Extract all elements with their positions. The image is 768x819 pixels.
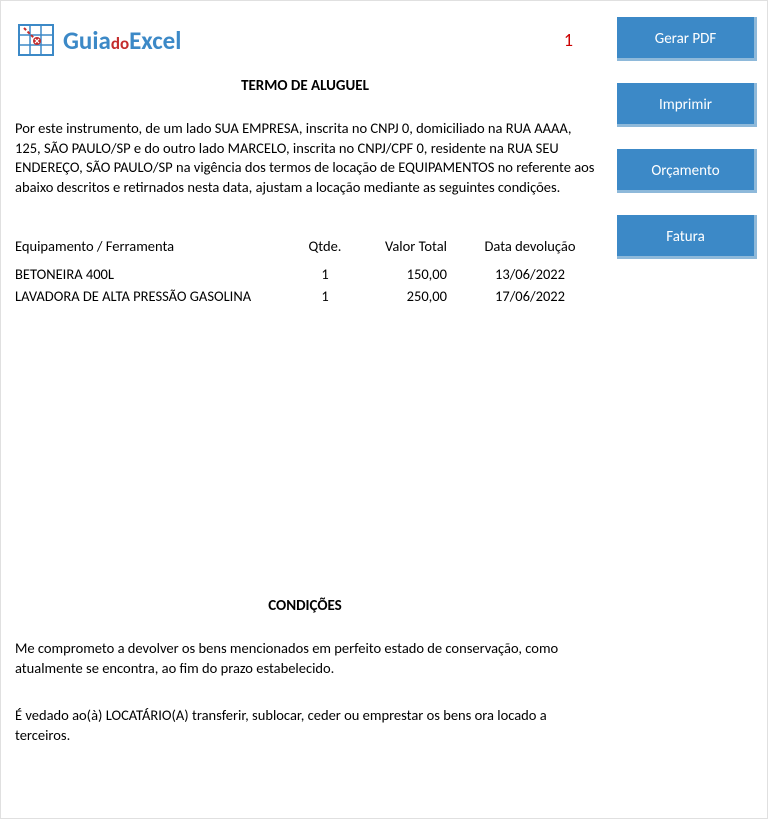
conditions-title: CONDIÇÕES bbox=[15, 597, 595, 615]
cell-equipment: LAVADORA DE ALTA PRESSÃO GASOLINA bbox=[15, 285, 295, 307]
page-number: 1 bbox=[564, 29, 573, 51]
equipment-table: Equipamento / Ferramenta Qtde. Valor Tot… bbox=[15, 237, 595, 307]
cell-value: 150,00 bbox=[355, 263, 465, 285]
condition-paragraph: É vedado ao(à) LOCATÁRIO(A) transferir, … bbox=[15, 706, 595, 745]
condition-paragraph: Me comprometo a devolver os bens mencion… bbox=[15, 639, 595, 678]
col-header-date: Data devolução bbox=[465, 237, 595, 263]
document-title: TERMO DE ALUGUEL bbox=[15, 77, 595, 95]
col-header-value: Valor Total bbox=[355, 237, 465, 263]
logo-part3: Excel bbox=[129, 25, 181, 56]
generate-pdf-button[interactable]: Gerar PDF bbox=[617, 17, 757, 61]
invoice-button[interactable]: Fatura bbox=[617, 215, 757, 259]
cell-qty: 1 bbox=[295, 263, 355, 285]
print-button[interactable]: Imprimir bbox=[617, 83, 757, 127]
spacer bbox=[15, 307, 595, 597]
col-header-qty: Qtde. bbox=[295, 237, 355, 263]
intro-paragraph: Por este instrumento, de um lado SUA EMP… bbox=[15, 119, 595, 197]
table-header-row: Equipamento / Ferramenta Qtde. Valor Tot… bbox=[15, 237, 595, 263]
action-sidebar: Gerar PDF Imprimir Orçamento Fatura bbox=[617, 17, 757, 281]
document-page: GuiadoExcel 1 TERMO DE ALUGUEL Por este … bbox=[1, 1, 609, 788]
spreadsheet-pin-icon bbox=[15, 19, 57, 61]
table-row: LAVADORA DE ALTA PRESSÃO GASOLINA 1 250,… bbox=[15, 285, 595, 307]
logo-text: GuiadoExcel bbox=[63, 25, 181, 56]
table-row: BETONEIRA 400L 1 150,00 13/06/2022 bbox=[15, 263, 595, 285]
budget-button[interactable]: Orçamento bbox=[617, 149, 757, 193]
cell-date: 13/06/2022 bbox=[465, 263, 595, 285]
col-header-equipment: Equipamento / Ferramenta bbox=[15, 237, 295, 263]
logo-part1: Guia bbox=[63, 25, 111, 56]
cell-qty: 1 bbox=[295, 285, 355, 307]
cell-date: 17/06/2022 bbox=[465, 285, 595, 307]
header-row: GuiadoExcel 1 bbox=[15, 19, 595, 61]
cell-equipment: BETONEIRA 400L bbox=[15, 263, 295, 285]
logo-part2: do bbox=[111, 33, 129, 54]
cell-value: 250,00 bbox=[355, 285, 465, 307]
logo: GuiadoExcel bbox=[15, 19, 181, 61]
